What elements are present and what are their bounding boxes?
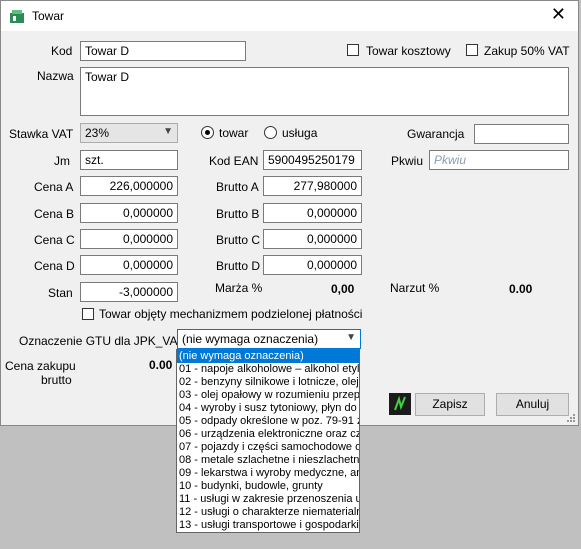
gtu-option[interactable]: 13 - usługi transportowe i gospodarki ma… [177, 519, 359, 532]
jm-label: Jm [54, 154, 70, 168]
kod-label: Kod [51, 44, 73, 58]
close-icon[interactable]: ✕ [551, 5, 566, 23]
gtu-option[interactable]: 10 - budynki, budowle, grunty [177, 480, 359, 493]
gtu-value: (nie wymaga oznaczenia) [182, 332, 319, 346]
brutto-b-input[interactable]: 0,000000 [263, 203, 362, 223]
marza-label: Marża % [215, 281, 263, 295]
cena-zakupu-value: 0.00 [149, 358, 173, 372]
stawka-vat-select[interactable]: 23% ▼ [80, 123, 178, 143]
nazwa-textarea[interactable]: Towar D [80, 67, 569, 116]
stawka-vat-label: Stawka VAT [9, 127, 74, 141]
marza-value: 0,00 [331, 282, 355, 296]
gtu-option[interactable]: 07 - pojazdy i części samochodowe o koda… [177, 441, 359, 454]
gtu-option[interactable]: 01 - napoje alkoholowe – alkohol etylowy [177, 363, 359, 376]
brutto-a-input[interactable]: 277,980000 [263, 176, 362, 196]
usluga-radio[interactable] [264, 126, 277, 139]
pkwiu-input[interactable]: Pkwiu [429, 150, 569, 170]
gtu-label: Oznaczenie GTU dla JPK_VAT [19, 334, 184, 348]
brutto-c-input[interactable]: 0,000000 [263, 229, 362, 249]
narzut-label: Narzut % [390, 281, 440, 295]
chevron-down-icon: ▼ [163, 126, 173, 137]
chevron-down-icon: ▼ [346, 332, 356, 343]
gtu-option[interactable]: (nie wymaga oznaczenia) [177, 350, 359, 363]
cena-a-input[interactable]: 226,000000 [80, 176, 178, 196]
gtu-select[interactable]: (nie wymaga oznaczenia) ▼ [177, 329, 361, 349]
towar-radio-label: towar [219, 126, 249, 140]
gtu-dropdown-list: (nie wymaga oznaczenia) 01 - napoje alkoh… [176, 349, 360, 533]
cena-c-input[interactable]: 0,000000 [80, 229, 178, 249]
cancel-button[interactable]: Anuluj [496, 393, 569, 416]
gwarancja-input[interactable] [474, 124, 569, 144]
resize-grip-icon[interactable] [566, 413, 576, 423]
barcode-icon[interactable] [389, 393, 411, 415]
gtu-option[interactable]: 06 - urządzenia elektroniczne oraz częśc… [177, 428, 359, 441]
gtu-option[interactable]: 05 - odpady określone w poz. 79-91 załąc… [177, 415, 359, 428]
narzut-value: 0.00 [509, 282, 533, 296]
cena-d-input[interactable]: 0,000000 [80, 255, 178, 275]
split-payment-checkbox[interactable] [82, 308, 94, 320]
gtu-option[interactable]: 04 - wyroby i susz tytoniowy, płyn do pa… [177, 402, 359, 415]
cena-zakupu-label: Cena zakupu [5, 359, 76, 373]
app-icon [10, 10, 24, 23]
cena-c-label: Cena C [34, 233, 75, 247]
brutto-d-input[interactable]: 0,000000 [263, 255, 362, 275]
title-bar: Towar ✕ [1, 1, 578, 31]
gtu-option[interactable]: 08 - metale szlachetne i nieszlachetne [177, 454, 359, 467]
cena-b-label: Cena B [34, 207, 75, 221]
usluga-radio-label: usługa [282, 126, 318, 140]
zakup50-checkbox[interactable] [466, 44, 478, 56]
cena-zakupu-label-2: brutto [41, 373, 72, 387]
window-title: Towar [32, 9, 65, 23]
gtu-option[interactable]: 11 - usługi w zakresie przenoszenia upra… [177, 493, 359, 506]
towar-kosztowy-checkbox[interactable] [347, 44, 359, 56]
stan-label: Stan [48, 286, 73, 300]
brutto-a-label: Brutto A [216, 180, 259, 194]
brutto-b-label: Brutto B [216, 207, 260, 221]
gtu-option[interactable]: 03 - olej opałowy w rozumieniu przepisów [177, 389, 359, 402]
kod-input[interactable]: Towar D [80, 41, 246, 61]
gwarancja-label: Gwarancja [407, 127, 465, 141]
split-payment-label: Towar objęty mechanizmem podzielonej pła… [99, 307, 363, 321]
nazwa-label: Nazwa [37, 69, 74, 83]
cena-a-label: Cena A [34, 180, 74, 194]
pkwiu-label: Pkwiu [391, 154, 424, 168]
brutto-c-label: Brutto C [216, 233, 261, 247]
jm-input[interactable]: szt. [80, 150, 178, 170]
towar-kosztowy-label: Towar kosztowy [366, 44, 451, 58]
kod-ean-label: Kod EAN [209, 154, 259, 168]
zakup50-label: Zakup 50% VAT [484, 44, 570, 58]
stan-input[interactable]: -3,000000 [80, 282, 178, 302]
cena-b-input[interactable]: 0,000000 [80, 203, 178, 223]
gtu-option[interactable]: 02 - benzyny silnikowe i lotnicze, oleje [177, 376, 359, 389]
towar-radio[interactable] [201, 126, 214, 139]
brutto-d-label: Brutto D [216, 259, 261, 273]
gtu-option[interactable]: 09 - lekarstwa i wyroby medyczne, artyku… [177, 467, 359, 480]
gtu-option[interactable]: 12 - usługi o charakterze niematerialnym [177, 506, 359, 519]
stawka-vat-value: 23% [85, 126, 110, 140]
kod-ean-input[interactable]: 5900495250179 [263, 150, 362, 170]
save-button[interactable]: Zapisz [415, 393, 485, 416]
cena-d-label: Cena D [34, 259, 75, 273]
